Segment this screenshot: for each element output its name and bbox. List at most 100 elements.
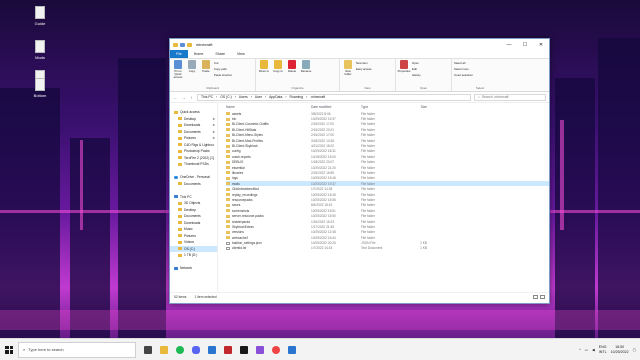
breadcrumb[interactable]: Roaming xyxy=(290,95,304,99)
tab-view[interactable]: View xyxy=(231,50,251,58)
network-icon[interactable]: ▭ xyxy=(585,348,588,352)
pin-icon[interactable]: ✱ xyxy=(212,136,215,140)
cut-button[interactable]: Cut xyxy=(214,61,232,65)
up-button[interactable]: ↑ xyxy=(189,95,194,100)
app-icon[interactable] xyxy=(256,345,264,354)
open-button[interactable]: Open xyxy=(412,61,421,65)
close-button[interactable]: ✕ xyxy=(533,39,549,50)
search-icon: ⌕ xyxy=(478,95,480,99)
file-name-cell: BLClient-Mod-Profiles xyxy=(226,139,311,143)
app-icon[interactable] xyxy=(240,345,248,354)
new-item-button[interactable]: New item xyxy=(356,61,372,65)
back-button[interactable]: ← xyxy=(173,95,178,100)
search-input[interactable]: ⌕ Search .minecraft xyxy=(474,93,546,101)
file-date: 3/18/2022 13:28 xyxy=(311,138,335,143)
tab-file[interactable]: File xyxy=(170,50,188,58)
language-indicator[interactable]: ENG INTL xyxy=(599,345,607,354)
new-folder-icon[interactable] xyxy=(187,42,192,47)
notifications-icon[interactable]: ▢ xyxy=(633,348,636,352)
minimize-button[interactable]: — xyxy=(501,39,517,50)
breadcrumb[interactable]: This PC xyxy=(201,95,213,99)
group-label: Open xyxy=(419,86,428,90)
breadcrumb[interactable]: AppData xyxy=(269,95,282,99)
invert-selection-button[interactable]: Invert selection xyxy=(454,73,473,77)
forward-button[interactable]: → xyxy=(181,95,186,100)
photoshop-icon[interactable] xyxy=(208,345,216,354)
breadcrumb[interactable]: Users xyxy=(239,95,248,99)
pin-label: Pin to Quick access xyxy=(173,69,183,79)
file-icon xyxy=(35,40,45,53)
column-date[interactable]: Date modified xyxy=(311,105,361,109)
properties-button[interactable]: Properties xyxy=(398,60,410,73)
file-type: File folder xyxy=(361,203,375,208)
clock[interactable]: 18:50 10/25/2022 xyxy=(611,345,629,355)
pin-icon[interactable]: ✱ xyxy=(212,123,215,127)
volume-icon[interactable]: ◀ xyxy=(592,348,595,352)
rename-button[interactable]: Rename xyxy=(300,60,312,73)
pin-quick-access-button[interactable]: Pin to Quick access xyxy=(172,60,184,79)
breadcrumb[interactable]: .minecraft xyxy=(310,95,325,99)
tab-share[interactable]: Share xyxy=(209,50,231,58)
folder-icon xyxy=(226,230,230,234)
chevron-up-icon[interactable]: ^ xyxy=(579,348,581,352)
file-name: versions xyxy=(232,230,244,235)
file-name: config xyxy=(232,149,241,154)
desktop-icon[interactable]: Guide xyxy=(28,6,52,26)
folder-icon xyxy=(178,201,182,205)
task-view-icon[interactable] xyxy=(144,345,152,354)
file-name: server-resource-packs xyxy=(232,214,264,219)
paste-button[interactable]: Paste xyxy=(200,60,212,73)
tab-home[interactable]: Home xyxy=(188,50,210,58)
move-to-button[interactable]: Move to xyxy=(258,60,270,73)
start-button[interactable] xyxy=(0,339,18,360)
copy-path-button[interactable]: Copy path xyxy=(214,67,232,71)
group-label: Select xyxy=(475,86,485,90)
app-icon[interactable] xyxy=(224,345,232,354)
delete-label: Delete xyxy=(287,69,297,73)
desktop-icon[interactable]: Mods xyxy=(28,40,52,60)
file-type: File folder xyxy=(361,224,375,229)
column-name[interactable]: Name xyxy=(226,105,311,109)
folder-icon xyxy=(174,195,178,199)
new-folder-button[interactable]: New folder xyxy=(342,60,354,76)
file-row[interactable]: clientid.txt 1/7/2022 14:15 Text Document 1… xyxy=(226,246,549,251)
file-name-cell: replay_recordings xyxy=(226,193,311,197)
ribbon-tabs: File Home Share View xyxy=(170,50,549,59)
desktop-icon[interactable]: Bottom xyxy=(28,78,52,98)
pin-icon[interactable]: ✱ xyxy=(212,117,215,121)
desktop-icon-label: Mods xyxy=(35,55,45,60)
discord-icon[interactable] xyxy=(192,345,200,354)
breadcrumb[interactable]: User xyxy=(255,95,262,99)
taskbar-search[interactable]: ⌕ Type here to search xyxy=(18,341,136,358)
column-type[interactable]: Type xyxy=(361,105,403,109)
nav-item[interactable]: Network xyxy=(170,265,217,272)
file-name: crash-reports xyxy=(232,154,251,159)
chrome-icon[interactable] xyxy=(272,345,280,354)
properties-icon[interactable] xyxy=(180,42,185,47)
delete-button[interactable]: Delete xyxy=(286,60,298,73)
breadcrumb[interactable]: OS (C:) xyxy=(220,95,232,99)
history-button[interactable]: History xyxy=(412,73,421,77)
copy-button[interactable]: Copy xyxy=(186,60,198,73)
edit-button[interactable]: Edit xyxy=(412,67,421,71)
maximize-button[interactable]: ☐ xyxy=(517,39,533,50)
title-bar[interactable]: minecraft — ☐ ✕ xyxy=(170,39,549,50)
select-all-button[interactable]: Select all xyxy=(454,61,473,65)
column-size[interactable]: Size xyxy=(403,105,427,109)
copy-to-button[interactable]: Copy to xyxy=(272,60,284,73)
pin-icon[interactable]: ✱ xyxy=(212,130,215,134)
file-explorer-icon[interactable] xyxy=(160,345,168,354)
app-icon[interactable] xyxy=(288,345,296,354)
select-group: Select all Select none Invert selection … xyxy=(452,59,508,91)
file-name-cell: saves xyxy=(226,203,311,207)
paste-shortcut-button[interactable]: Paste shortcut xyxy=(214,73,232,77)
file-name-cell: clientid.txt xyxy=(226,246,311,250)
easy-access-button[interactable]: Easy access xyxy=(356,67,372,71)
large-icons-view-icon[interactable] xyxy=(540,295,545,299)
spotify-icon[interactable] xyxy=(176,345,184,354)
select-none-button[interactable]: Select none xyxy=(454,67,473,71)
details-view-icon[interactable] xyxy=(533,295,538,299)
file-icon xyxy=(35,6,45,19)
address-bar[interactable]: This PC › OS (C:) › Users › User › AppData › … xyxy=(197,93,471,101)
folder-icon xyxy=(178,156,182,160)
